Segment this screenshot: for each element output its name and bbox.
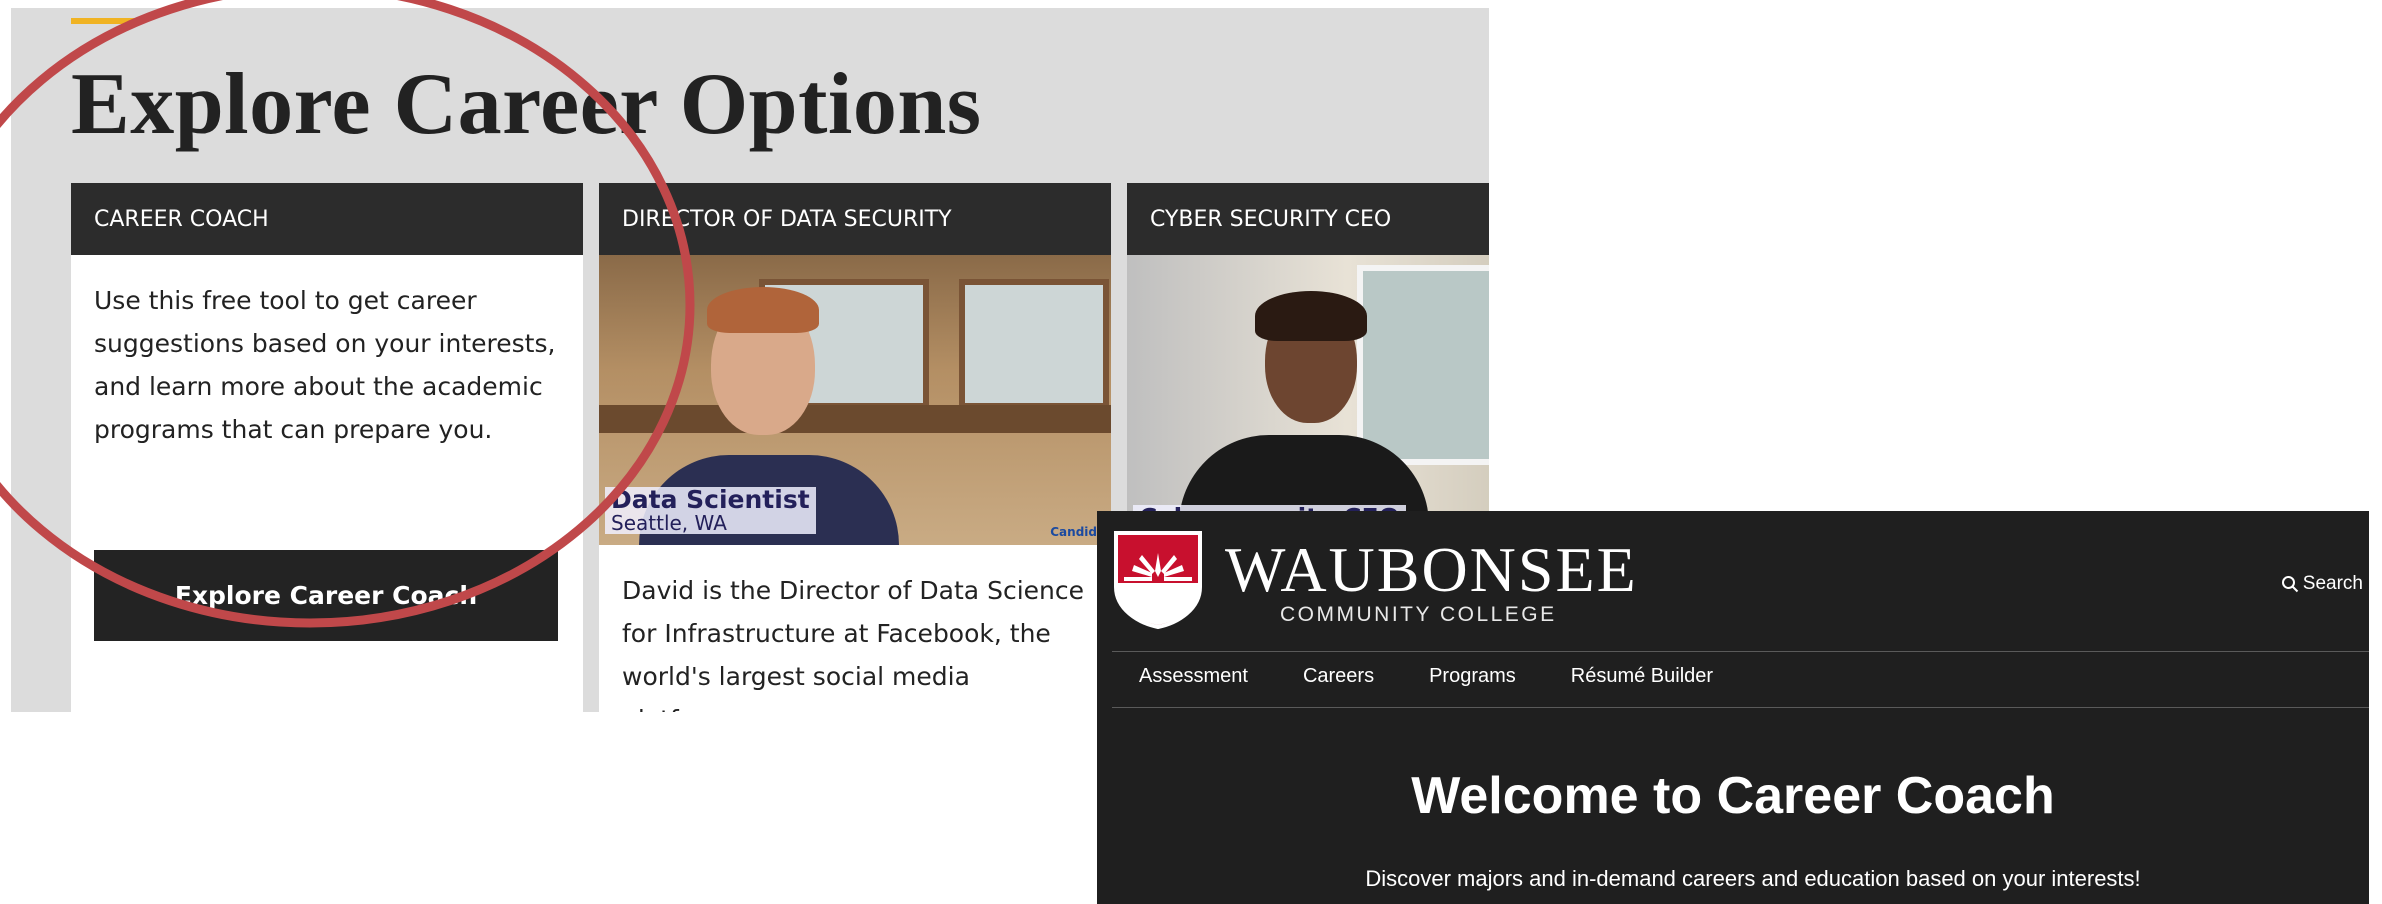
search-link[interactable]: Search (2281, 573, 2363, 595)
college-shield-logo-icon[interactable] (1112, 529, 1204, 629)
director-data-security-card: DIRECTOR OF DATA SECURITY Data Scientist… (599, 183, 1111, 712)
college-name: WAUBONSEE (1225, 534, 1638, 605)
search-icon (2281, 576, 2299, 593)
nav-divider (1112, 707, 2369, 708)
video-thumbnail[interactable]: Cybersecurity CEO (1127, 255, 1489, 545)
career-coach-card: CAREER COACH Use this free tool to get c… (71, 183, 583, 712)
nav-item-resume-builder[interactable]: Résumé Builder (1571, 665, 1713, 688)
college-subtitle: COMMUNITY COLLEGE (1280, 603, 1557, 626)
title-accent-bar (71, 18, 139, 24)
card-heading: DIRECTOR OF DATA SECURITY (599, 183, 1111, 255)
explore-career-coach-button[interactable]: Explore Career Coach (94, 550, 558, 641)
person-hair (1255, 291, 1367, 341)
background-window (1357, 265, 1489, 465)
nav-divider (1112, 651, 2369, 652)
caption-location: Seattle, WA (611, 511, 727, 536)
video-watermark: Candid (1050, 525, 1097, 539)
background-counter (599, 405, 1111, 433)
card-heading: CAREER COACH (71, 183, 583, 255)
background-window (959, 279, 1109, 409)
card-heading: CYBER SECURITY CEO (1127, 183, 1489, 255)
welcome-heading: Welcome to Career Coach (1411, 767, 2055, 825)
page-title: Explore Career Options (71, 56, 982, 153)
career-coach-site-panel: WAUBONSEE COMMUNITY COLLEGE Search Asses… (1097, 511, 2369, 904)
search-label: Search (2302, 573, 2363, 594)
main-nav: Assessment Careers Programs Résumé Build… (1139, 665, 1713, 688)
video-thumbnail[interactable]: Data Scientist Seattle, WA Candid (599, 255, 1111, 545)
person-hair (707, 287, 819, 333)
nav-item-assessment[interactable]: Assessment (1139, 665, 1248, 688)
nav-item-programs[interactable]: Programs (1429, 665, 1516, 688)
welcome-subheading: Discover majors and in-demand careers an… (1365, 866, 2141, 891)
caption-title: Data Scientist (611, 485, 810, 514)
video-caption: Data Scientist Seattle, WA (605, 485, 816, 536)
nav-item-careers[interactable]: Careers (1303, 665, 1374, 688)
card-description: Use this free tool to get career suggest… (94, 286, 556, 444)
card-description: David is the Director of Data Science fo… (622, 576, 1084, 712)
